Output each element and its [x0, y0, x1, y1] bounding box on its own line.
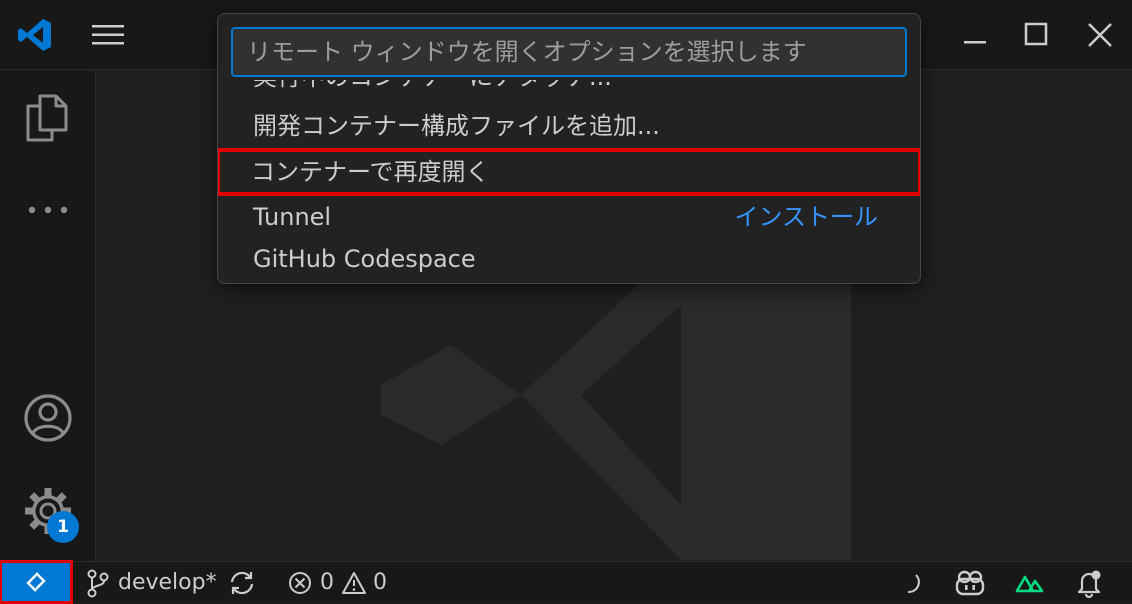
warning-icon[interactable]: [341, 571, 367, 595]
notifications-bell-icon[interactable]: [1074, 568, 1106, 598]
warning-count[interactable]: 0: [373, 562, 387, 604]
remote-quick-pick: 実行中のコンテナーにアタッチ... 開発コンテナー構成ファイルを追加... コン…: [217, 13, 921, 284]
vscode-logo-icon: [18, 19, 51, 51]
quick-pick-item-tunnel[interactable]: Tunnel インストール: [218, 195, 920, 239]
install-link[interactable]: インストール: [734, 195, 878, 239]
close-icon[interactable]: [1085, 20, 1115, 50]
more-icon[interactable]: [26, 204, 70, 216]
maximize-icon[interactable]: [1021, 20, 1051, 50]
error-icon[interactable]: [288, 571, 312, 595]
remote-indicator-button[interactable]: [0, 560, 73, 604]
error-count[interactable]: 0: [320, 562, 334, 604]
remote-icon: [26, 572, 46, 592]
quick-pick-item-reopen-in-container[interactable]: コンテナーで再度開く: [218, 148, 920, 196]
account-icon[interactable]: [22, 392, 74, 444]
quick-pick-item-github-codespace[interactable]: GitHub Codespace: [218, 237, 920, 281]
minimize-icon[interactable]: [960, 22, 990, 52]
quick-pick-item-label: コンテナーで再度開く: [251, 158, 490, 186]
quick-pick-item-add-devcontainer-config[interactable]: 開発コンテナー構成ファイルを追加...: [218, 104, 920, 148]
quick-pick-item-label: 実行中のコンテナーにアタッチ...: [253, 80, 612, 91]
vscode-watermark-icon: [381, 245, 851, 560]
source-control-branch-icon[interactable]: [86, 569, 110, 599]
quick-pick-list: 実行中のコンテナーにアタッチ... 開発コンテナー構成ファイルを追加... コン…: [218, 80, 920, 283]
explorer-files-icon[interactable]: [22, 92, 72, 144]
settings-update-badge: 1: [47, 511, 79, 543]
quick-pick-item-label: GitHub Codespace: [253, 245, 476, 273]
quick-pick-item-label: 開発コンテナー構成ファイルを追加...: [253, 112, 660, 140]
activity-bar: [0, 70, 96, 561]
quick-pick-item-label: Tunnel: [253, 203, 332, 231]
quick-pick-input[interactable]: [231, 27, 907, 77]
quick-pick-item-attach-container[interactable]: 実行中のコンテナーにアタッチ...: [218, 80, 920, 99]
branch-name[interactable]: develop*: [118, 562, 217, 604]
nuxt-icon[interactable]: [1014, 572, 1046, 594]
loading-spinner-icon: [907, 574, 920, 594]
menu-icon[interactable]: [90, 22, 126, 48]
copilot-icon[interactable]: [954, 569, 986, 597]
status-bar: develop* 0 0: [0, 560, 1132, 604]
sync-icon[interactable]: [228, 570, 256, 596]
